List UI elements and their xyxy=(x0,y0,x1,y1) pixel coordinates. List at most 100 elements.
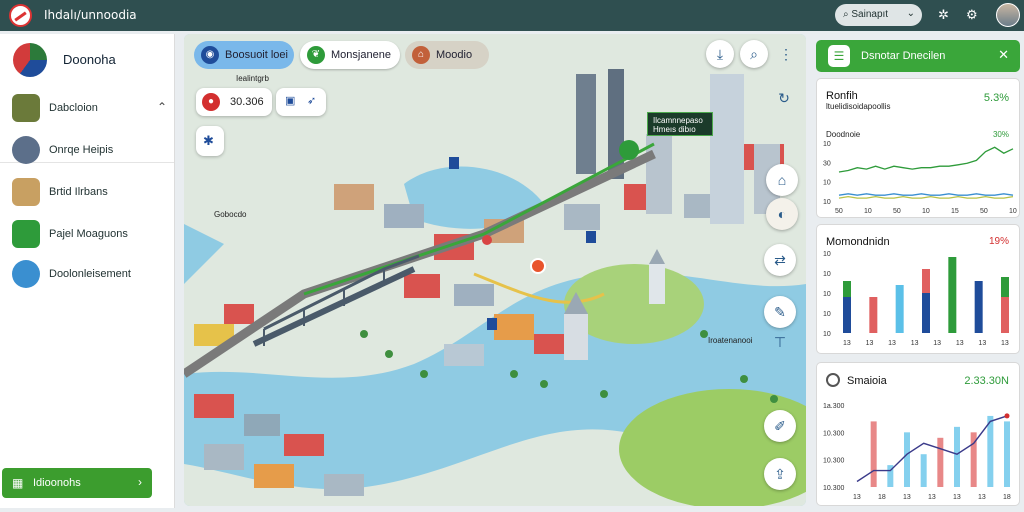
card-value: 19% xyxy=(988,236,1009,247)
chevron-right-icon: › xyxy=(138,475,142,489)
series-value: 30% xyxy=(992,130,1009,139)
sidebar-item-2[interactable]: Onrqe Heipis xyxy=(12,136,172,166)
map-view[interactable]: ◉ Boosuoit loei ❦ Monsjanene ⌂ Moodio Ie… xyxy=(184,34,806,506)
trend-line xyxy=(856,415,1008,483)
search-map-icon[interactable]: ⌕ xyxy=(740,40,768,68)
map-marker-blue-3[interactable] xyxy=(487,318,497,330)
sidebar-item-4[interactable]: Pajel Moaguons xyxy=(12,220,172,250)
cta-label: Idioonohs xyxy=(33,477,81,489)
map-pin-poi[interactable] xyxy=(530,258,546,274)
sidebar-item-1[interactable]: Dabcloion ⌃ xyxy=(12,94,172,124)
map-pin-small[interactable] xyxy=(482,235,492,245)
brand-logo-icon xyxy=(13,43,47,77)
download-icon[interactable]: ⤓ xyxy=(706,40,734,68)
draw-icon[interactable]: ✎ xyxy=(764,296,796,328)
bar xyxy=(948,257,957,281)
tag-icon xyxy=(12,94,40,122)
gear-icon[interactable]: ⚙ xyxy=(966,7,978,23)
card-combo-chart: Smaioia 2.33.30N 1a.300 10.300 10.300 10.30… xyxy=(816,362,1020,506)
chevron-down-icon: ⌄ xyxy=(906,8,915,19)
card-value: 5.3% xyxy=(983,92,1009,104)
chip-layer-3[interactable]: ⌂ Moodio xyxy=(405,41,489,69)
bar xyxy=(922,293,930,333)
sidebar-item-label: Dabcloion xyxy=(49,102,98,114)
bar xyxy=(870,421,877,487)
card-bar-chart: Momondnidn 19% 10 10 10 10 10 13 13 13 13 13 13 13 1… xyxy=(816,224,1020,354)
line-series-2 xyxy=(838,193,1014,196)
place-label-2: Iroatenanooi xyxy=(708,336,753,345)
line-chart[interactable]: 10 30 10 10 50 10 50 10 15 50 10 xyxy=(817,139,1021,219)
sidebar-item-label: Pajel Moaguons xyxy=(49,228,128,240)
alert-icon: ● xyxy=(202,93,220,111)
map-marker-blue-2[interactable] xyxy=(449,157,459,169)
x-tick-label: 13 xyxy=(953,494,961,501)
stat-value: 30.306 xyxy=(230,96,264,108)
y-tick-label: 10 xyxy=(823,251,831,258)
app-logo-icon[interactable] xyxy=(9,4,32,27)
top-bar: Ihdalı/unnoodia ⌕ Sainapıt ⌄ ✲ ⚙ xyxy=(0,0,1024,31)
menu-icon: ☰ xyxy=(828,45,850,67)
cursor-icon[interactable]: ➶ xyxy=(307,94,316,107)
y-tick-label: 10.300 xyxy=(823,430,845,437)
x-tick-label: 13 xyxy=(911,340,919,347)
sidebar-item-5[interactable]: Doolonleisement xyxy=(12,260,172,290)
compass-icon[interactable]: ↻ xyxy=(770,84,798,112)
bar xyxy=(974,281,983,333)
y-tick-label: 30 xyxy=(823,160,831,167)
user-photo-icon xyxy=(12,136,40,164)
sidebar-item-label: Onrqe Heipis xyxy=(49,144,114,156)
export-icon[interactable]: ⇪ xyxy=(764,458,796,490)
search-button[interactable]: ⌕ Sainapıt ⌄ xyxy=(835,4,922,26)
bar-chart[interactable]: 10 10 10 10 10 13 13 13 13 13 13 13 13 xyxy=(817,249,1021,349)
circle-icon xyxy=(826,373,840,387)
text-tool-icon[interactable]: ⊤ xyxy=(764,326,796,358)
card-value: 2.33.30N xyxy=(964,375,1009,387)
map-subtitle: Iealintgrb xyxy=(236,74,269,83)
bar xyxy=(843,281,851,297)
chip-label: Moodio xyxy=(436,49,473,61)
sidebar-item-label: Brtid Ilrbans xyxy=(49,186,108,198)
y-tick-label: 10 xyxy=(823,291,831,298)
layers-icon[interactable]: ⌂ xyxy=(766,164,798,196)
y-tick-label: 10 xyxy=(823,311,831,318)
line-series-3 xyxy=(838,195,1014,199)
place-label: Gobocdo xyxy=(214,210,247,219)
accessibility-button[interactable]: ✱ xyxy=(196,126,224,156)
sidebar-item-label: Doolonleisement xyxy=(49,268,131,280)
x-tick-label: 50 xyxy=(835,208,843,215)
sidebar-item-3[interactable]: Brtid Ilrbans xyxy=(12,178,172,208)
stat-chip[interactable]: ● 30.306 xyxy=(196,88,272,116)
y-tick-label: 10 xyxy=(823,141,831,148)
chip-layer-2[interactable]: ❦ Monsjanene xyxy=(300,41,400,69)
settings-small-icon[interactable]: ✲ xyxy=(938,7,949,23)
bar xyxy=(920,454,927,487)
combo-chart[interactable]: 1a.300 10.300 10.300 10.300 13 18 13 13 13 13 18 xyxy=(817,395,1021,505)
chevron-up-icon[interactable]: ⌃ xyxy=(157,100,167,114)
home-icon: ⌂ xyxy=(412,46,430,64)
map-marker-blue[interactable] xyxy=(586,231,596,243)
y-tick-label: 10.300 xyxy=(823,485,845,492)
tool-chip[interactable]: ▣ ➶ xyxy=(276,88,326,116)
map-callout[interactable]: Ilcamnnepaso Hmeıs dibıo xyxy=(647,112,713,136)
x-tick-label: 13 xyxy=(928,494,936,501)
chip-layer-1[interactable]: ◉ Boosuoit loei xyxy=(194,41,294,69)
bar xyxy=(948,281,957,333)
app-title: Ihdalı/unnoodia xyxy=(44,8,137,22)
x-tick-label: 13 xyxy=(956,340,964,347)
x-tick-label: 50 xyxy=(980,208,988,215)
route-icon[interactable]: ⇄ xyxy=(764,244,796,276)
panel-header: ☰ Dsnotar Dnecilen ✕ xyxy=(816,40,1020,72)
lock-icon[interactable]: ▣ xyxy=(285,94,295,107)
x-tick-label: 13 xyxy=(903,494,911,501)
leaf-icon: ❦ xyxy=(307,46,325,64)
edit-icon[interactable]: ✐ xyxy=(764,410,796,442)
close-icon[interactable]: ✕ xyxy=(998,47,1009,63)
primary-action-button[interactable]: ▦ Idioonohs › xyxy=(2,468,152,498)
avatar[interactable] xyxy=(996,3,1020,27)
more-icon[interactable]: ⋮ xyxy=(774,40,798,68)
card-subtitle: ltuelidisoidapoollis xyxy=(826,102,891,111)
map-pin-active[interactable] xyxy=(619,140,639,160)
card-line-chart: Ronfih 5.3% ltuelidisoidapoollis Doodnoi… xyxy=(816,78,1020,218)
sidebar-title: Doonoha xyxy=(63,52,116,67)
globe-small-icon[interactable]: ◐ xyxy=(766,198,798,230)
